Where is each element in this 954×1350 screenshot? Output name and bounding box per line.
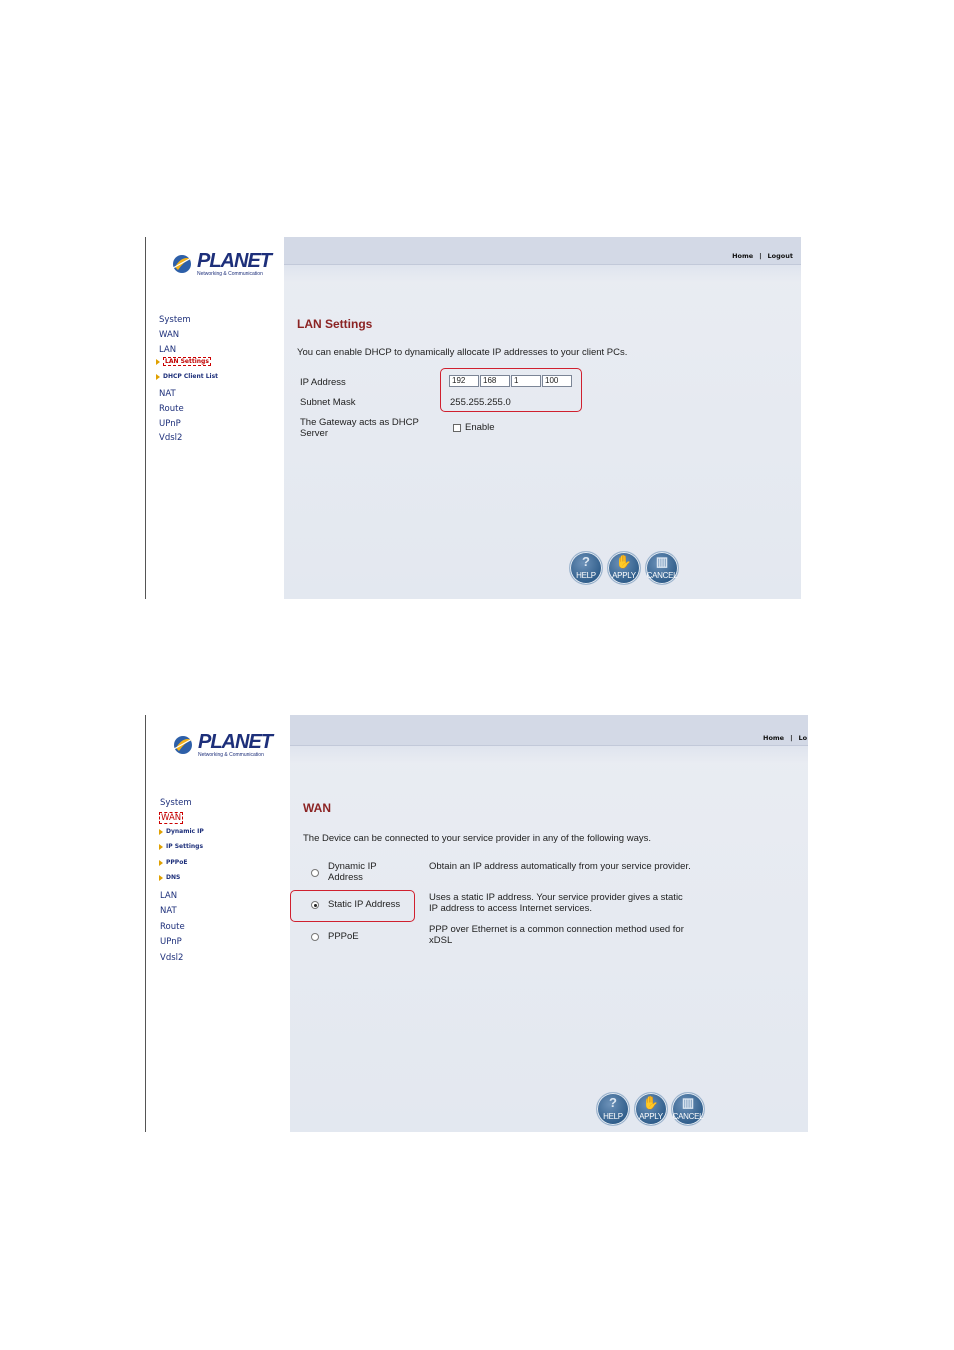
logout-link[interactable]: Logout	[768, 252, 793, 260]
sidebar-item-vdsl2[interactable]: Vdsl2	[160, 953, 183, 963]
home-link[interactable]: Home	[763, 734, 784, 742]
subnet-mask-label: Subnet Mask	[300, 397, 356, 408]
sidebar-item-wan[interactable]: WAN	[159, 812, 184, 824]
sidebar-item-upnp[interactable]: UPnP	[160, 937, 182, 947]
dhcp-enable-label: Enable	[465, 422, 495, 433]
top-links: Home | Lo	[763, 734, 808, 742]
sidebar-item-vdsl2[interactable]: Vdsl2	[159, 433, 182, 443]
top-links: Home | Logout	[732, 252, 793, 260]
sidebar: PLANET Networking & Communication System…	[145, 715, 291, 1132]
sidebar-subitem-pppoe[interactable]: PPPoE	[159, 859, 187, 866]
dhcp-server-label: The Gateway acts as DHCP Server	[300, 417, 419, 439]
sidebar-subitem-dhcp-client-list[interactable]: DHCP Client List	[156, 373, 218, 380]
page-description: The Device can be connected to your serv…	[303, 833, 651, 844]
highlight-box	[440, 368, 582, 412]
sidebar-item-route[interactable]: Route	[160, 922, 185, 932]
help-button[interactable]: ? HELP	[596, 1092, 630, 1126]
page-description: You can enable DHCP to dynamically alloc…	[297, 347, 628, 358]
hand-icon: ✋	[615, 554, 633, 569]
help-button[interactable]: ? HELP	[569, 551, 603, 585]
sidebar-item-lan[interactable]: LAN	[160, 891, 177, 901]
arrow-right-icon	[159, 859, 163, 866]
ip-address-label: IP Address	[300, 377, 346, 388]
sidebar-item-route[interactable]: Route	[159, 404, 184, 414]
page-title: LAN Settings	[297, 317, 373, 331]
arrow-right-icon	[156, 358, 160, 365]
sidebar-subitem-dynamic-ip[interactable]: Dynamic IP	[159, 828, 204, 835]
sidebar: PLANET Networking & Communication System…	[145, 237, 285, 599]
dynamic-ip-radio[interactable]	[311, 869, 319, 877]
sidebar-item-nat[interactable]: NAT	[160, 906, 177, 916]
sidebar-item-wan[interactable]: WAN	[159, 330, 179, 340]
apply-button[interactable]: ✋ APPLY	[634, 1092, 668, 1126]
apply-button[interactable]: ✋ APPLY	[607, 551, 641, 585]
sidebar-item-upnp[interactable]: UPnP	[159, 419, 181, 429]
top-bar	[284, 237, 801, 265]
content-panel: Home | Lo WAN The Device can be connected …	[290, 715, 808, 1132]
dynamic-ip-description: Obtain an IP address automatically from …	[429, 861, 691, 872]
pppoe-radio[interactable]	[311, 933, 319, 941]
dhcp-enable-checkbox[interactable]	[453, 424, 461, 432]
lan-settings-screenshot: PLANET Networking & Communication System…	[145, 237, 801, 599]
sidebar-item-system[interactable]: System	[159, 315, 191, 325]
top-bar	[290, 715, 808, 746]
question-mark-icon: ?	[582, 554, 590, 569]
sidebar-item-lan[interactable]: LAN	[159, 345, 176, 355]
page-title: WAN	[303, 801, 331, 815]
sidebar-subitem-lan-settings[interactable]: LAN Settings	[156, 357, 211, 366]
dynamic-ip-label: Dynamic IP Address	[328, 861, 377, 883]
sidebar-subitem-dns[interactable]: DNS	[159, 874, 180, 881]
arrow-right-icon	[159, 828, 163, 835]
arrow-right-icon	[159, 843, 163, 850]
pppoe-label: PPPoE	[328, 931, 359, 942]
trash-can-icon: ▥	[681, 1095, 695, 1110]
content-panel: Home | Logout LAN Settings You can enable …	[284, 237, 801, 599]
arrow-right-icon	[159, 874, 163, 881]
sidebar-item-system[interactable]: System	[160, 798, 192, 808]
logout-link[interactable]: Lo	[798, 734, 807, 742]
hand-icon: ✋	[642, 1095, 660, 1110]
highlight-box	[290, 890, 415, 922]
sidebar-subitem-ip-settings[interactable]: IP Settings	[159, 843, 203, 850]
question-mark-icon: ?	[609, 1095, 617, 1110]
home-link[interactable]: Home	[732, 252, 753, 260]
static-ip-description: Uses a static IP address. Your service p…	[429, 892, 683, 914]
wan-screenshot: PLANET Networking & Communication System…	[145, 715, 808, 1132]
pppoe-description: PPP over Ethernet is a common connection…	[429, 924, 684, 946]
arrow-right-icon	[156, 373, 160, 380]
sidebar-nav: System WAN Dynamic IP IP Settings PPPoE …	[146, 715, 291, 1132]
sidebar-nav: System WAN LAN LAN Settings DHCP Client …	[146, 237, 285, 599]
cancel-button[interactable]: ▥ CANCEL	[671, 1092, 705, 1126]
sidebar-item-nat[interactable]: NAT	[159, 389, 176, 399]
cancel-button[interactable]: ▥ CANCEL	[645, 551, 679, 585]
trash-can-icon: ▥	[655, 554, 669, 569]
